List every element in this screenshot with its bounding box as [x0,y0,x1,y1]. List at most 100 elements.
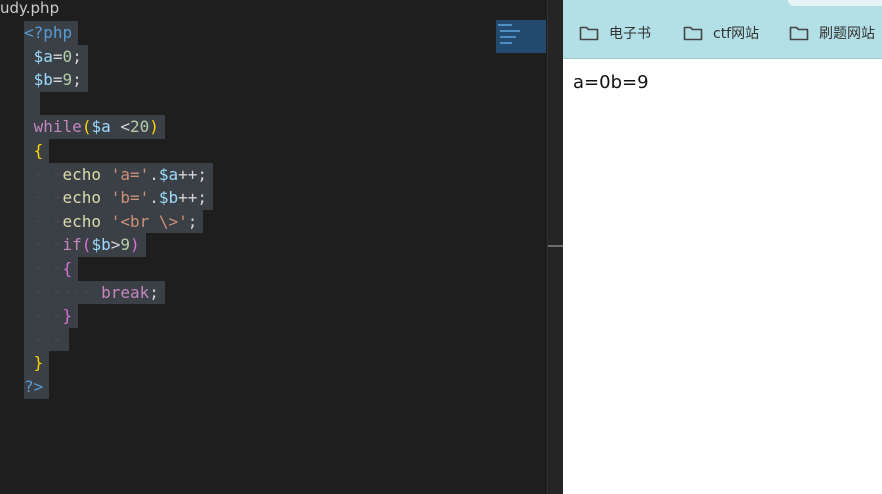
code-line[interactable]: { [24,138,213,163]
code-token: $a [33,46,53,66]
code-token: $b [158,188,179,208]
code-token: ++; [178,164,208,184]
bookmark-label: ctf网站 [713,26,760,42]
code-token: echo [62,164,102,184]
code-line[interactable]: ···echo '<br \>'; [24,209,213,234]
code-token: while [33,117,82,137]
editor-scrollbar[interactable] [547,0,564,494]
code-token: . [149,188,159,208]
code-line[interactable]: ···{ [24,256,213,281]
code-token: = [52,46,63,66]
code-token: ( [81,235,92,255]
code-editor[interactable]: udy.php <?php $a=0; $b=9; while($a <20) … [0,0,547,494]
code-line[interactable]: ···echo 'b='.$b++; [24,186,214,210]
selection-highlight: ·······break; [24,280,165,305]
code-area[interactable]: <?php $a=0; $b=9; while($a <20) { ···ech… [24,21,214,399]
whitespace-marker: ······· [24,282,102,302]
selection-highlight [24,91,40,116]
code-token: 9 [120,235,130,255]
code-token: break [101,282,150,302]
code-token: > [110,235,121,255]
selection-highlight: ··· [24,327,69,352]
code-token: '<br \>' [110,211,188,231]
code-token: echo [62,188,102,208]
selection-highlight: ···echo '<br \>'; [24,209,204,234]
code-line[interactable]: $b=9; [24,68,213,92]
code-line[interactable]: <?php [24,21,213,45]
code-token: ) [129,235,140,255]
selection-highlight: while($a <20) [24,115,165,139]
code-token: ; [72,46,82,66]
whitespace-marker [24,47,34,66]
code-line[interactable]: ?> [24,374,213,399]
selection-highlight: $a=0; [24,44,88,69]
code-line[interactable]: ·······break; [24,280,213,305]
code-token: ( [81,117,92,137]
bookmark-ctf-sites[interactable]: ctf网站 [683,22,759,44]
code-token: = [52,70,63,90]
folder-icon [683,26,703,41]
selection-highlight: ?> [24,374,50,399]
code-token: echo [62,211,102,231]
folder-icon [579,26,599,41]
code-line[interactable]: ···if($b>9) [24,233,213,257]
bookmark-label: 电子书 [609,26,651,42]
code-line[interactable] [24,91,213,116]
code-token: 0 [62,46,73,66]
code-token: ) [149,117,159,137]
code-token: { [62,258,73,278]
whitespace-marker: ··· [24,211,63,231]
whitespace-marker [24,141,34,160]
code-token: 9 [62,70,73,90]
code-token: <?php [24,23,73,42]
selection-highlight: $b=9; [24,68,88,92]
selection-highlight: } [24,351,50,375]
folder-icon [789,26,809,41]
selection-highlight: <?php [24,21,79,45]
code-token: 20 [129,117,150,137]
selection-highlight: ···if($b>9) [24,233,146,257]
scrollbar-thumb[interactable] [548,245,564,247]
bookmark-practice-sites[interactable]: 刷题网站 [789,22,875,44]
browser-window: 电子书 ctf网站 刷题网站 a=0b=9 [563,0,882,494]
code-token: $b [33,70,53,90]
whitespace-marker: ··· [24,188,63,208]
browser-tab-edge[interactable] [788,0,882,6]
code-token: } [33,353,44,373]
bookmarks-bar: 电子书 ctf网站 刷题网站 [563,0,882,59]
code-token: } [62,306,73,326]
whitespace-marker: ··· [24,258,63,278]
code-line[interactable]: ··· [24,327,213,352]
code-token: ; [187,211,198,231]
code-token: { [33,140,44,160]
whitespace-marker: ··· [24,164,63,184]
code-token: ; [149,282,159,302]
selection-highlight: ···echo 'a='.$a++; [24,162,214,187]
code-line[interactable]: $a=0; [24,44,213,69]
code-token: 'a=' [110,164,150,184]
whitespace-marker: ··· [24,329,63,349]
selection-highlight: ···{ [24,256,79,281]
code-token: ; [72,70,82,90]
code-token: ?> [24,376,44,396]
bookmark-label: 刷题网站 [819,26,875,42]
selection-highlight: ···echo 'b='.$b++; [24,186,214,210]
code-line[interactable]: while($a <20) [24,115,213,139]
whitespace-marker [24,117,34,136]
code-line[interactable]: ···echo 'a='.$a++; [24,162,214,187]
code-line[interactable]: } [24,351,213,375]
minimap[interactable] [496,20,546,53]
whitespace-marker [24,94,34,113]
code-token: ++; [178,188,208,208]
file-tab-title[interactable]: udy.php [0,0,59,18]
code-token: if [62,235,82,255]
selection-highlight: { [24,138,50,163]
whitespace-marker: ··· [24,306,63,326]
code-token: . [149,164,159,184]
code-line[interactable]: ···} [24,304,213,328]
whitespace-marker: ··· [24,235,63,255]
bookmark-ebooks[interactable]: 电子书 [579,22,651,44]
